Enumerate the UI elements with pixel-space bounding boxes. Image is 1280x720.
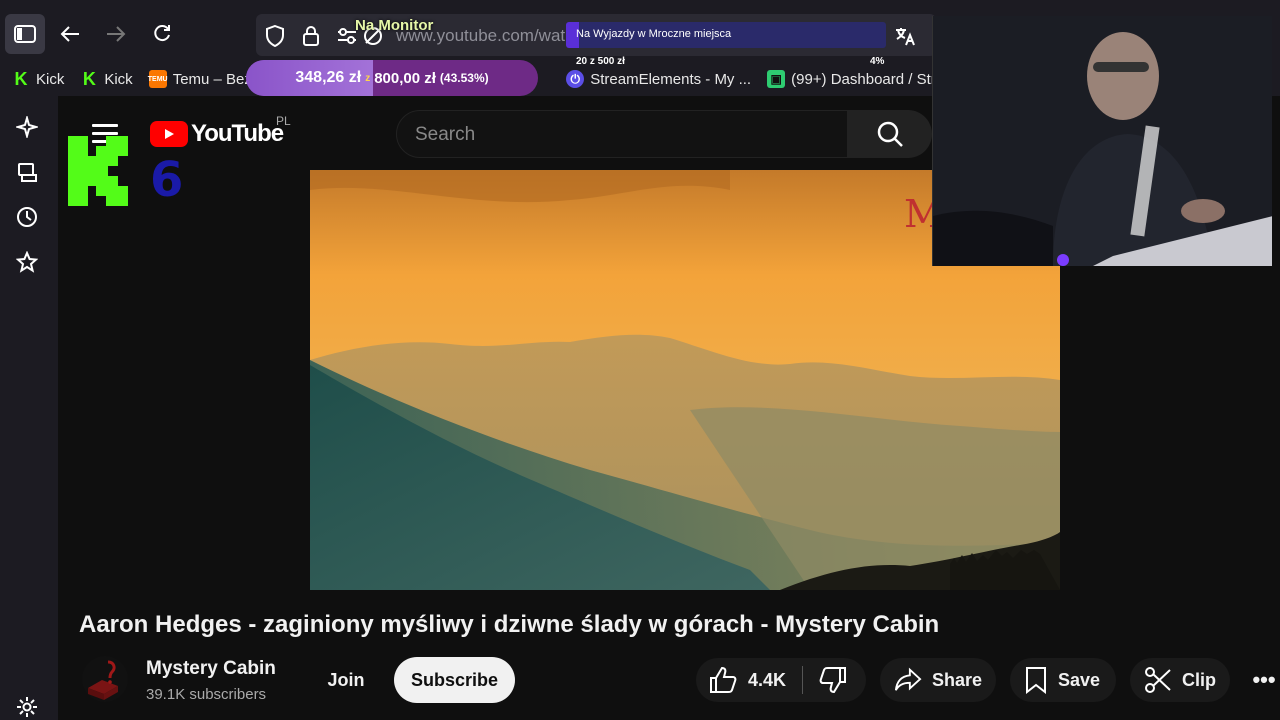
screen: www.youtube.com/wat K Kick K Kick TEMU T… xyxy=(0,0,1280,720)
more-actions-button[interactable]: ••• xyxy=(1246,662,1280,698)
channel-avatar[interactable] xyxy=(82,656,128,702)
search-input[interactable]: Search xyxy=(396,110,848,158)
save-label: Save xyxy=(1058,669,1101,690)
join-button[interactable]: Join xyxy=(308,658,384,702)
search-icon xyxy=(877,121,903,147)
like-dislike-group: 4.4K xyxy=(696,658,866,702)
goal-percent: 4% xyxy=(870,56,885,67)
sidebar-icon xyxy=(14,25,36,43)
donation-goal: 800,00 zł xyxy=(374,69,436,87)
browser-sidebar xyxy=(0,96,58,720)
subscriber-count: 39.1K subscribers xyxy=(146,686,267,703)
kick-k-overlay-icon xyxy=(68,136,128,206)
temu-icon: TEMU xyxy=(148,70,168,88)
donation-progress-bar: 348,26 zł z 800,00 zł (43.53%) xyxy=(246,60,538,96)
reload-button[interactable] xyxy=(142,14,182,54)
youtube-play-icon xyxy=(150,121,188,147)
search-placeholder: Search xyxy=(415,124,476,145)
goal-title: Na Wyjazdy w Mroczne miejsca xyxy=(576,28,732,40)
kick-icon: K xyxy=(82,68,96,89)
region-code: PL xyxy=(276,114,291,128)
like-count: 4.4K xyxy=(748,669,787,690)
share-label: Share xyxy=(931,669,982,690)
bookmark-label: Kick xyxy=(104,70,133,88)
like-divider xyxy=(802,666,803,694)
ai-sparkle-icon[interactable] xyxy=(14,114,40,140)
kick-overlay-number: 6 xyxy=(150,152,184,208)
na-monitor-label: Na Monitor xyxy=(355,17,434,34)
subscribe-button[interactable]: Subscribe xyxy=(394,657,515,703)
sidebar-toggle-button[interactable] xyxy=(5,14,45,54)
goal-amount: 20 z 500 zł xyxy=(576,56,625,67)
streamelements-icon: ⏻ xyxy=(566,70,585,88)
thumbs-up-icon xyxy=(710,666,737,693)
webcam-overlay xyxy=(932,16,1272,266)
share-icon xyxy=(894,667,922,691)
clip-button[interactable]: Clip xyxy=(1130,658,1230,702)
bookmark-streamelements[interactable]: ⏻ StreamElements - My ... xyxy=(566,70,751,88)
dislike-button[interactable] xyxy=(818,665,848,700)
history-icon[interactable] xyxy=(14,204,40,230)
channel-name[interactable]: Mystery Cabin xyxy=(146,658,276,680)
bookmark-temu[interactable]: TEMU Temu – Bezp xyxy=(148,70,260,88)
bookmark-label: Kick xyxy=(36,70,65,88)
bookmark-label: StreamElements - My ... xyxy=(590,70,752,88)
back-button[interactable] xyxy=(50,14,90,54)
scissors-icon xyxy=(1145,667,1171,693)
bookmark-dashboard[interactable]: ▣ (99+) Dashboard / Str... xyxy=(767,70,947,88)
clip-label: Clip xyxy=(1182,669,1216,690)
bookmark-kick-1[interactable]: K Kick xyxy=(12,68,65,89)
bookmarks-star-icon[interactable] xyxy=(14,249,40,275)
synced-tabs-icon[interactable] xyxy=(14,159,40,185)
thumbs-down-icon xyxy=(819,667,846,694)
shield-icon[interactable] xyxy=(264,25,286,47)
webcam-streamer-image xyxy=(933,16,1272,266)
settings-gear-icon[interactable] xyxy=(14,694,40,720)
search-button[interactable] xyxy=(848,110,932,158)
donation-current: 348,26 zł xyxy=(295,69,362,86)
goal-widget: Na Wyjazdy w Mroczne miejsca xyxy=(566,22,886,48)
dashboard-icon: ▣ xyxy=(767,70,786,88)
donation-percent: (43.53%) xyxy=(439,71,489,85)
kick-icon: K xyxy=(14,68,28,89)
forward-button[interactable] xyxy=(96,14,136,54)
lock-icon[interactable] xyxy=(300,25,322,47)
bookmark-icon xyxy=(1026,667,1046,694)
arrow-left-icon xyxy=(60,26,79,42)
like-button[interactable]: 4.4K xyxy=(708,665,786,695)
video-title: Aaron Hedges - zaginiony myśliwy i dziwn… xyxy=(79,611,940,638)
bookmark-label: (99+) Dashboard / Str... xyxy=(791,70,948,88)
arrow-right-icon xyxy=(107,26,126,42)
bookmark-kick-2[interactable]: K Kick xyxy=(80,68,133,89)
translate-icon[interactable] xyxy=(894,25,916,47)
donation-separator: z xyxy=(365,72,371,84)
share-button[interactable]: Share xyxy=(880,658,996,702)
save-button[interactable]: Save xyxy=(1010,658,1116,702)
reload-icon xyxy=(154,25,170,42)
donation-text: 348,26 zł z 800,00 zł (43.53%) xyxy=(246,60,538,96)
youtube-logo[interactable]: YouTube xyxy=(150,120,284,148)
youtube-logo-text: YouTube xyxy=(191,120,284,147)
